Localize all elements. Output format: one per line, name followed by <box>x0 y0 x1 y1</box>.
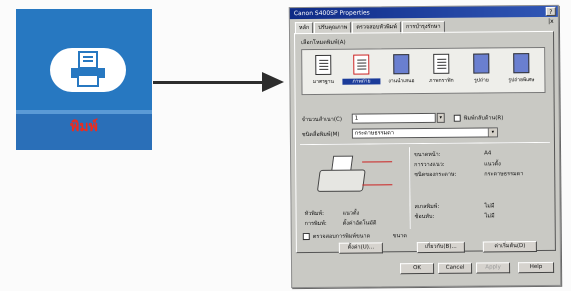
info-key: ชนิดของกระดาษ: <box>414 171 457 179</box>
document-icon <box>315 54 332 75</box>
cancel-button[interactable]: Cancel <box>438 262 473 274</box>
photo-document-icon <box>353 54 370 75</box>
divider <box>299 141 550 146</box>
arrow-head <box>262 72 284 92</box>
print-label: พิมพ์ <box>70 119 98 135</box>
print-key: การพิมพ์: <box>304 220 327 228</box>
special-photo-icon <box>513 53 530 74</box>
graphic-icon <box>433 53 450 74</box>
print-tile[interactable]: พิมพ์ <box>16 9 152 150</box>
dialog-titlebar: Canon S400SP Properties ?|x <box>289 5 558 25</box>
profile-item[interactable]: งานนำเสนอ <box>386 52 416 92</box>
profile-label: งานนำเสนอ <box>388 78 415 85</box>
media-label: ชนิดสื่อพิมพ์(M) <box>301 131 340 139</box>
head-key: หัวพิมพ์: <box>304 210 325 218</box>
chevron-down-icon[interactable]: ▾ <box>487 128 497 137</box>
profile-item[interactable]: รูปถ่าย <box>466 51 496 91</box>
print-value: ตั้งค่าอัตโนมัติ <box>342 220 377 227</box>
info-key: การวางแนว: <box>414 161 445 169</box>
copies-input[interactable]: 1 <box>351 112 436 124</box>
apply-button[interactable]: Apply <box>476 262 511 274</box>
profile-label: รูปถ่ายพิเศษ <box>508 77 535 84</box>
status-value: ขนาด <box>392 233 407 240</box>
dialog-title: Canon S400SP Properties <box>293 9 370 18</box>
printer-icon <box>71 51 105 87</box>
profile-item[interactable]: ภาพกราฟิก <box>426 52 456 92</box>
printer-body-icon <box>316 169 366 192</box>
collate-label: พิมพ์กลับด้าน(R) <box>463 115 504 122</box>
ok-button[interactable]: OK <box>400 262 435 275</box>
copies-spin-button[interactable]: ▾ <box>436 112 445 123</box>
status-text: ตรวจสอบการพิมพ์ขนาด <box>312 233 371 240</box>
info-key: สเกลพิมพ์: <box>414 203 440 211</box>
info-key: ซ้อนทับ: <box>414 213 435 221</box>
profile-label: ภาพถ่าย <box>342 78 381 85</box>
about-button[interactable]: เกี่ยวกับ(B)... <box>416 241 465 254</box>
profiles-label: เลือกโหมดพิมพ์(A) <box>301 39 346 47</box>
help-button[interactable]: Help <box>518 261 555 274</box>
callout-line <box>362 161 393 163</box>
head-value: แนวตั้ง <box>342 210 360 217</box>
profile-item[interactable]: รูปถ่ายพิเศษ <box>506 51 536 91</box>
media-select-value: กระดาษธรรมดา <box>354 130 394 137</box>
profile-label: มาตรฐาน <box>312 78 334 85</box>
profile-list: มาตรฐาน ภาพถ่าย งานนำเสนอ ภาพกราฟิก รูปถ… <box>301 46 546 96</box>
status-checkbox[interactable] <box>302 233 310 241</box>
info-value: A4 <box>484 150 492 157</box>
presentation-icon <box>393 54 410 75</box>
info-value: กระดาษธรรมดา <box>484 171 524 178</box>
callout-line <box>362 184 393 186</box>
info-key: ขนาดหน้า: <box>414 151 441 159</box>
profile-item[interactable]: มาตรฐาน <box>308 53 338 93</box>
printer-properties-dialog: Canon S400SP Properties ?|x หลัก ปรับคุณ… <box>288 4 562 289</box>
profile-label: ภาพกราฟิก <box>429 77 454 84</box>
profile-item-selected[interactable]: ภาพถ่าย <box>342 52 381 92</box>
collate-checkbox[interactable] <box>453 114 461 122</box>
title-help-close-button[interactable]: ?|x <box>545 6 556 25</box>
media-select[interactable]: กระดาษธรรมดา ▾ <box>351 127 498 139</box>
setup-button[interactable]: ตั้งค่า(U)... <box>338 242 383 254</box>
info-value: ไม่มี <box>484 213 495 220</box>
photo-icon <box>473 53 490 74</box>
info-value: ไม่มี <box>484 203 495 210</box>
info-value: แนวตั้ง <box>484 161 501 168</box>
profile-label: รูปถ่าย <box>474 77 489 84</box>
copies-label: จำนวนสำเนา(C) <box>301 116 343 124</box>
arrow-line <box>153 81 265 84</box>
defaults-button[interactable]: ค่าเริ่มต้น(D) <box>482 241 537 253</box>
main-panel: เลือกโหมดพิมพ์(A) มาตรฐาน ภาพถ่าย งานนำเ… <box>294 30 556 254</box>
print-pill <box>50 48 126 92</box>
divider <box>409 147 411 230</box>
